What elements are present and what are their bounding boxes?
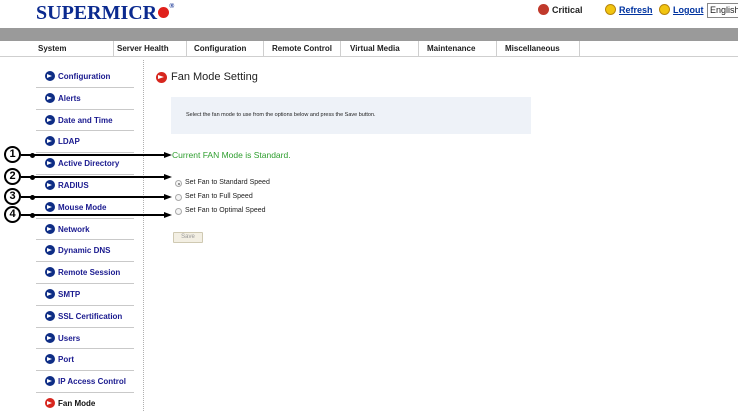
sidebar-item-date-and-time[interactable]: Date and Time — [36, 110, 134, 132]
arrow-right-icon — [45, 332, 55, 343]
arrow-right-icon — [45, 92, 55, 103]
arrow-right-icon — [45, 376, 55, 387]
arrow-right-icon — [45, 310, 55, 321]
arrow-right-icon — [156, 72, 167, 83]
sidebar-item-network[interactable]: Network — [36, 219, 134, 241]
arrow-right-icon — [45, 136, 55, 147]
nav-virtual-media[interactable]: Virtual Media — [350, 44, 400, 53]
sidebar-item-users[interactable]: Users — [36, 328, 134, 350]
arrow-right-icon — [45, 245, 55, 256]
arrow-right-icon — [45, 267, 55, 278]
callout-dot — [30, 152, 35, 158]
callout-2: 2 — [4, 168, 21, 185]
callout-1: 1 — [4, 146, 21, 163]
radio-full-speed[interactable]: Set Fan to Full Speed — [175, 193, 285, 203]
nav-configuration[interactable]: Configuration — [194, 44, 246, 53]
nav-separator — [579, 41, 580, 57]
callout-line — [21, 196, 166, 198]
callout-line — [21, 176, 166, 178]
info-box: Select the fan mode to use from the opti… — [171, 97, 531, 134]
sidebar-item-port[interactable]: Port — [36, 349, 134, 372]
sidebar-item-dynamic-dns[interactable]: Dynamic DNS — [36, 240, 134, 263]
arrow-right-icon — [45, 71, 55, 81]
sidebar-item-active-directory[interactable]: Active Directory — [36, 153, 134, 175]
callout-dot — [30, 212, 35, 218]
logout-link[interactable]: Logout — [673, 5, 704, 15]
header-bar — [0, 28, 738, 41]
nav-separator — [263, 41, 264, 57]
nav-separator — [186, 41, 187, 57]
sidebar-item-ip-access-control[interactable]: IP Access Control — [36, 371, 134, 393]
nav-separator — [340, 41, 341, 57]
nav-separator — [418, 41, 419, 57]
arrow-right-icon — [45, 397, 55, 408]
arrow-right-icon — [45, 288, 55, 299]
language-value: English — [710, 5, 738, 15]
nav-maintenance[interactable]: Maintenance — [427, 44, 475, 53]
radio-standard-speed[interactable]: Set Fan to Standard Speed — [175, 179, 285, 189]
arrow-right-icon — [45, 179, 55, 190]
arrow-right-icon — [45, 354, 55, 365]
sidebar-item-ldap[interactable]: LDAP — [36, 131, 134, 154]
arrow-right-icon — [45, 201, 55, 212]
refresh-icon[interactable] — [605, 4, 616, 15]
sidebar-item-alerts[interactable]: Alerts — [36, 88, 134, 110]
info-text: Select the fan mode to use from the opti… — [186, 112, 376, 118]
nav-separator — [113, 41, 114, 57]
nav-server-health[interactable]: Server Health — [117, 44, 169, 53]
radio-optimal-speed[interactable]: Set Fan to Optimal Speed — [175, 207, 285, 217]
nav-miscellaneous[interactable]: Miscellaneous — [505, 44, 560, 53]
nav-separator — [496, 41, 497, 57]
nav-remote-control[interactable]: Remote Control — [272, 44, 332, 53]
sidebar-item-ssl-certification[interactable]: SSL Certification — [36, 306, 134, 328]
logout-icon[interactable] — [659, 4, 670, 15]
save-button[interactable]: Save — [173, 232, 203, 243]
sidebar-item-fan-mode[interactable]: Fan Mode — [36, 393, 134, 411]
callout-arrow — [164, 211, 172, 218]
top-right-toolbar: Critical Refresh Logout English ▾ — [478, 3, 738, 21]
callout-3: 3 — [4, 188, 21, 205]
callout-line — [21, 154, 166, 156]
callout-dot — [30, 174, 35, 180]
nav-system[interactable]: System — [38, 44, 66, 53]
callout-line — [21, 214, 166, 216]
top-nav: System Server Health Configuration Remot… — [0, 41, 738, 57]
sidebar-item-configuration[interactable]: Configuration — [36, 66, 134, 88]
supermicro-logo: SUPERMICR ® — [36, 2, 175, 24]
callout-arrow — [164, 151, 172, 158]
critical-label: Critical — [552, 5, 583, 15]
callout-arrow — [164, 173, 172, 180]
arrow-right-icon — [45, 114, 55, 125]
callout-4: 4 — [4, 206, 21, 223]
arrow-right-icon — [45, 158, 55, 169]
arrow-right-icon — [45, 223, 55, 234]
sidebar-divider — [143, 60, 144, 411]
refresh-link[interactable]: Refresh — [619, 5, 653, 15]
sidebar-item-smtp[interactable]: SMTP — [36, 284, 134, 306]
current-mode-text: Current FAN Mode is Standard. — [172, 150, 291, 160]
radio-button[interactable] — [175, 208, 182, 215]
sidebar: Configuration Alerts Date and Time LDAP … — [36, 66, 134, 411]
radio-button[interactable] — [175, 180, 182, 187]
language-select[interactable]: English ▾ — [707, 3, 738, 18]
sidebar-item-radius[interactable]: RADIUS — [36, 175, 134, 197]
callout-dot — [30, 194, 35, 200]
callout-arrow — [164, 193, 172, 200]
radio-button[interactable] — [175, 194, 182, 201]
critical-icon — [538, 4, 549, 15]
sidebar-item-remote-session[interactable]: Remote Session — [36, 262, 134, 284]
